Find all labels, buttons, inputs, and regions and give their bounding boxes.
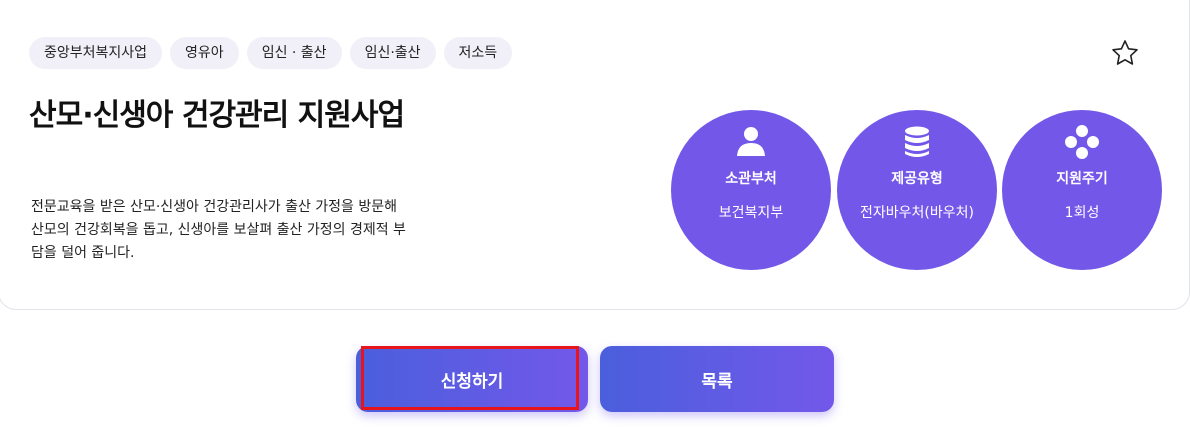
- info-label: 지원주기: [1056, 171, 1108, 187]
- tag[interactable]: 저소득: [443, 37, 513, 69]
- info-value: 보건복지부: [718, 205, 784, 221]
- user-icon: [737, 127, 765, 156]
- diamond-dots-icon: [1065, 125, 1099, 159]
- list-button[interactable]: 목록: [600, 346, 834, 412]
- tag[interactable]: 임신 · 출산: [246, 37, 342, 69]
- page-title: 산모·신생아 건강관리 지원사업: [29, 98, 405, 133]
- star-icon[interactable]: [1110, 38, 1140, 68]
- info-circle-cycle: 지원주기 1회성: [1002, 110, 1162, 270]
- tag-list: 중앙부처복지사업 영유아 임신 · 출산 임신·출산 저소득: [29, 37, 513, 69]
- info-circle-department: 소관부처 보건복지부: [671, 110, 831, 270]
- page: 중앙부처복지사업 영유아 임신 · 출산 임신·출산 저소득 산모·신생아 건강…: [0, 0, 1190, 427]
- database-icon: [905, 126, 929, 157]
- info-label: 소관부처: [725, 171, 777, 187]
- description: 전문교육을 받은 산모·신생아 건강관리사가 출산 가정을 방문해 산모의 건강…: [31, 199, 406, 261]
- info-circle-type: 제공유형 전자바우처(바우처): [837, 110, 997, 270]
- info-value: 전자바우처(바우처): [860, 205, 974, 221]
- apply-button[interactable]: 신청하기: [356, 346, 588, 412]
- info-label: 제공유형: [891, 171, 943, 187]
- tag[interactable]: 영유아: [170, 37, 239, 69]
- tag[interactable]: 중앙부처복지사업: [29, 37, 163, 69]
- info-value: 1회성: [1064, 205, 1100, 221]
- tag[interactable]: 임신·출산: [349, 37, 436, 69]
